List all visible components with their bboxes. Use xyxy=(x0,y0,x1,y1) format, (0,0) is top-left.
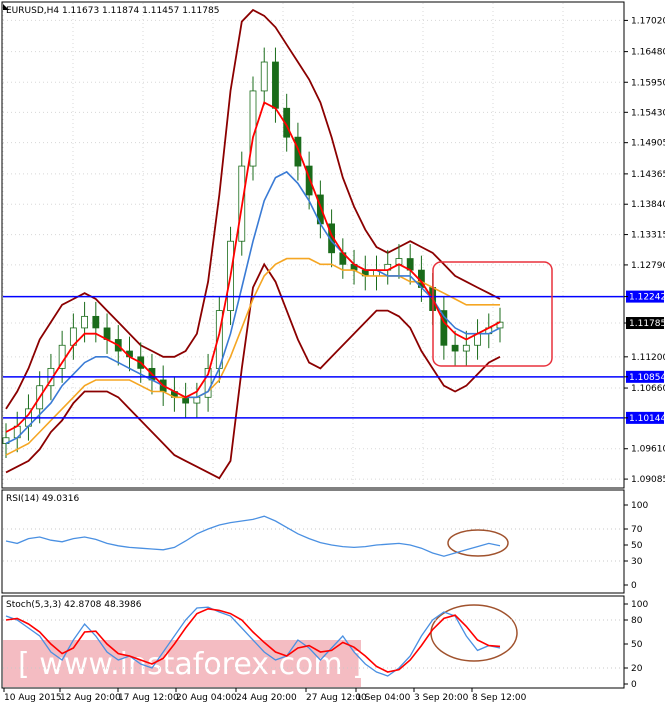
chart-window: [ www.instaforex.com ] 1.12242 1.10854 1.1… xyxy=(0,0,665,704)
price-tick-label: 1.14905 xyxy=(631,139,665,149)
stoch-tick-label: 20 xyxy=(631,664,643,674)
candle-body xyxy=(294,136,302,167)
price-tick-label: 1.17020 xyxy=(631,16,665,26)
stoch-label: Stoch(5,3,3) 42.8708 48.3986 xyxy=(6,600,142,610)
rsi-tick-label: 0 xyxy=(631,581,637,591)
level-label: 1.12242 xyxy=(629,293,665,303)
rsi-panel xyxy=(1,489,625,594)
stoch-tick-label: 100 xyxy=(631,600,648,610)
rsi-tick-label: 30 xyxy=(631,557,643,567)
candle-body xyxy=(81,315,88,329)
candle-body xyxy=(92,315,100,329)
x-tick-label: 8 Sep 12:00 xyxy=(472,693,527,703)
x-tick-label: 12 Aug 20:00 xyxy=(60,693,121,703)
price-tick-label: 1.13315 xyxy=(631,231,665,241)
x-tick-label: 3 Sep 20:00 xyxy=(414,693,469,703)
stoch-tick-label: 50 xyxy=(631,640,643,650)
chart-canvas: [ www.instaforex.com ] 1.122421.108541.1… xyxy=(1,1,665,703)
watermark: [ www.instaforex.com ] xyxy=(3,640,364,687)
price-tick-label: 1.16480 xyxy=(631,48,665,58)
price-tick-label: 1.15430 xyxy=(631,108,665,118)
x-tick-label: 1 Sep 04:00 xyxy=(356,693,411,703)
current-price-label: 1.11785 xyxy=(629,319,665,329)
stoch-tick-label: 0 xyxy=(631,680,637,690)
candle-body xyxy=(272,61,279,109)
x-tick-label: 17 Aug 12:00 xyxy=(118,693,179,703)
rsi-tick-label: 50 xyxy=(631,541,643,551)
price-tick-label: 1.11200 xyxy=(631,353,665,363)
x-axis-ticks: 10 Aug 201512 Aug 20:0017 Aug 12:0020 Au… xyxy=(3,688,527,703)
candle-body xyxy=(260,61,268,92)
rsi-label: RSI(14) 49.0316 xyxy=(6,494,79,504)
candle-body xyxy=(462,344,470,352)
candle-body xyxy=(193,396,201,404)
price-header: EURUSD,H4 1.11673 1.11874 1.11457 1.1178… xyxy=(6,6,219,16)
x-tick-label: 24 Aug 20:00 xyxy=(236,693,297,703)
level-label: 1.10144 xyxy=(629,414,665,424)
price-tick-label: 1.09610 xyxy=(631,445,665,455)
level-label: 1.10854 xyxy=(629,373,665,383)
x-tick-label: 20 Aug 04:00 xyxy=(176,693,237,703)
price-tick-label: 1.10660 xyxy=(631,384,665,394)
candle-body xyxy=(451,344,459,352)
rsi-tick-label: 70 xyxy=(631,525,643,535)
price-tick-label: 1.14365 xyxy=(631,170,665,180)
x-tick-label: 10 Aug 2015 xyxy=(4,693,62,703)
price-tick-label: 1.09085 xyxy=(631,475,665,485)
price-tick-label: 1.15950 xyxy=(631,78,665,88)
stoch-tick-label: 80 xyxy=(631,616,643,626)
price-tick-label: 1.12790 xyxy=(631,261,665,271)
rsi-tick-label: 100 xyxy=(631,501,648,511)
price-panel xyxy=(1,1,625,489)
price-tick-label: 1.13840 xyxy=(631,200,665,210)
watermark-text: [ www.instaforex.com ] xyxy=(18,647,364,682)
